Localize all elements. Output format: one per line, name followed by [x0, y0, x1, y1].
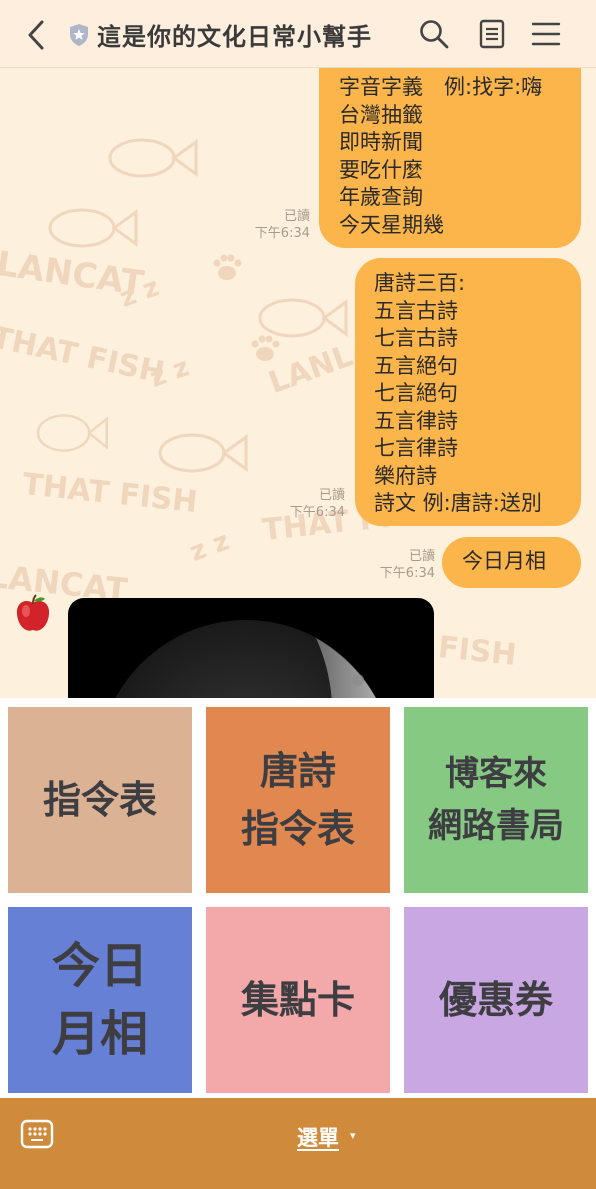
fish-icon — [158, 433, 248, 473]
tile-tang-poem-commands[interactable]: 唐詩 指令表 — [206, 707, 390, 893]
tile-label: 今日 — [51, 938, 148, 994]
bottom-bar: 選單 ▾ — [0, 1098, 596, 1189]
read-receipt: 已讀 — [283, 209, 310, 224]
tile-label: 優惠券 — [438, 978, 553, 1022]
fish-icon — [48, 208, 138, 248]
paw-icon — [213, 254, 242, 280]
tile-command-list[interactable]: 指令表 — [8, 707, 192, 893]
rich-menu: 指令表 唐詩 指令表 博客來 網路書局 今日 月相 集點卡 優惠券 — [0, 698, 596, 1098]
chat-header: 這是你的文化日常小幫手 — [0, 0, 596, 68]
moon-image — [115, 620, 377, 698]
message-bubble[interactable]: 唐詩三百: 五言古詩 七言古詩 五言絕句 七言絕句 五言律詩 七言律詩 樂府詩 … — [355, 258, 581, 526]
tile-coupon[interactable]: 優惠券 — [404, 907, 588, 1093]
message-bubble[interactable]: 字音字義 例:找字:嗨 台灣抽籤 即時新聞 要吃什麼 年歲查詢 今天星期幾 — [319, 68, 581, 248]
rich-menu-toggle[interactable]: 選單 — [297, 1122, 339, 1152]
chevron-left-icon[interactable] — [22, 18, 52, 52]
message-time: 下午6:34 — [254, 226, 310, 241]
tile-books-com-tw[interactable]: 博客來 網路書局 — [404, 707, 588, 893]
keyboard-icon[interactable] — [20, 1119, 54, 1149]
tile-label: 集點卡 — [240, 978, 355, 1022]
wallpaper-text: FISH — [436, 629, 518, 674]
search-icon[interactable] — [418, 18, 450, 50]
wallpaper-text: z z — [186, 526, 234, 568]
tile-moon-phase[interactable]: 今日 月相 — [8, 907, 192, 1093]
tile-label: 唐詩 — [259, 749, 336, 793]
fish-icon — [36, 414, 108, 452]
moon-phase-photo[interactable] — [68, 598, 434, 698]
message-meta: 已讀 下午6:34 — [236, 208, 310, 242]
shield-icon — [70, 24, 88, 46]
tile-label: 月相 — [51, 1006, 148, 1062]
tile-label: 指令表 — [240, 807, 355, 851]
message-bubble[interactable]: 今日月相 — [442, 537, 581, 588]
paw-icon — [251, 335, 280, 361]
chat-area[interactable]: LANCAT THAT FISH THAT FISH LANLAN LANCAT… — [0, 68, 596, 698]
apple-avatar[interactable] — [14, 594, 52, 634]
message-time: 下午6:34 — [379, 566, 435, 581]
tile-label: 博客來 — [445, 754, 547, 794]
wallpaper-text: THAT FISH — [0, 320, 168, 391]
hamburger-menu-icon[interactable] — [530, 18, 562, 50]
tile-point-card[interactable]: 集點卡 — [206, 907, 390, 1093]
tile-label: 指令表 — [42, 778, 157, 822]
caret-down-icon[interactable]: ▾ — [350, 1129, 356, 1142]
chat-title: 這是你的文化日常小幫手 — [97, 23, 372, 51]
fish-icon — [108, 138, 198, 178]
message-meta: 已讀 下午6:34 — [360, 548, 435, 582]
tile-label: 網路書局 — [428, 806, 564, 846]
read-receipt: 已讀 — [318, 488, 345, 503]
message-meta: 已讀 下午6:34 — [270, 487, 345, 521]
message-time: 下午6:34 — [289, 505, 345, 520]
read-receipt: 已讀 — [408, 549, 435, 564]
notes-icon[interactable] — [476, 18, 508, 50]
